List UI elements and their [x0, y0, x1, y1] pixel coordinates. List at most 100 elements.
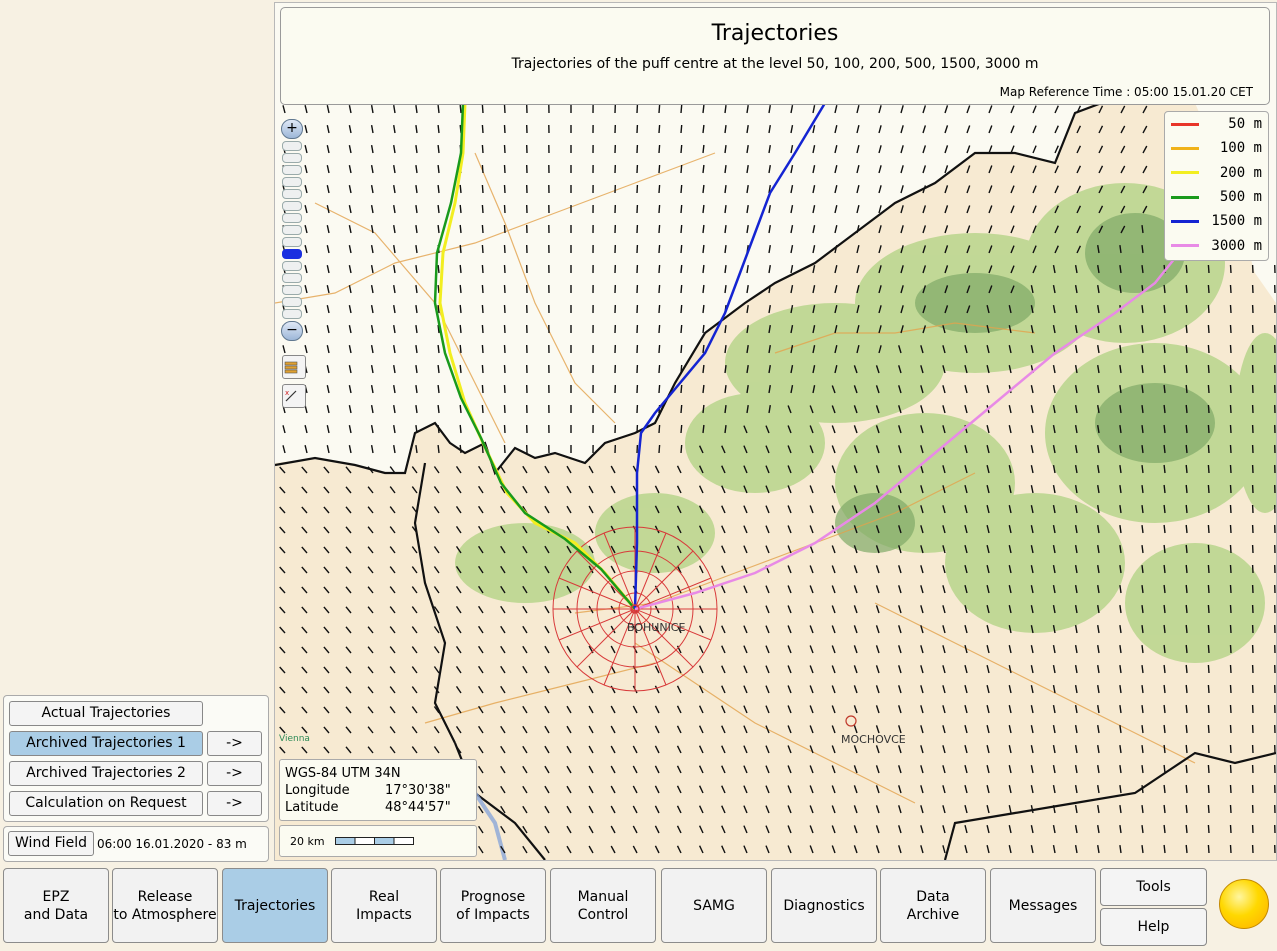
wind-arrow — [1163, 604, 1166, 614]
wind-arrow — [1141, 605, 1144, 614]
wind-arrow — [1207, 624, 1210, 634]
wind-arrow — [1163, 704, 1166, 714]
wind-arrow — [1207, 644, 1210, 654]
archived-2-arrow-button[interactable]: -> — [207, 761, 262, 786]
wind-arrow — [1185, 304, 1188, 314]
measure-icon[interactable]: x — [282, 384, 306, 408]
zoom-control[interactable]: + − — [281, 119, 303, 341]
wind-arrow — [348, 325, 352, 334]
tools-button[interactable]: Tools — [1100, 868, 1207, 906]
zoom-step[interactable] — [282, 285, 302, 295]
wind-arrow — [459, 324, 462, 334]
nav-button-epz[interactable]: EPZ and Data — [3, 868, 109, 943]
scale-bar: 20 km — [279, 825, 477, 857]
archived-1-arrow-button[interactable]: -> — [207, 731, 262, 756]
wind-arrow — [658, 144, 661, 154]
nav-button-manual[interactable]: Manual Control — [550, 868, 656, 943]
calculation-on-request-button[interactable]: Calculation on Request — [9, 791, 203, 816]
wind-arrow — [481, 124, 484, 134]
zoom-in-button[interactable]: + — [281, 119, 303, 139]
legend-label: 500 m — [1219, 189, 1262, 206]
wind-arrow — [1141, 345, 1144, 354]
zoom-step[interactable] — [282, 153, 302, 163]
help-button[interactable]: Help — [1100, 908, 1207, 946]
nav-button-real[interactable]: Real Impacts — [331, 868, 437, 943]
calculation-arrow-button[interactable]: -> — [207, 791, 262, 816]
wind-arrow — [415, 385, 418, 394]
zoom-step[interactable] — [282, 177, 302, 187]
wind-arrow — [1163, 444, 1166, 454]
map-view[interactable]: BOHUNICE MOCHOVCE Vienna Trajectories Tr… — [274, 2, 1277, 861]
wind-arrow — [1207, 284, 1210, 294]
wind-arrow — [370, 304, 374, 314]
zoom-step[interactable] — [282, 225, 302, 235]
wind-arrow — [370, 204, 374, 214]
nav-button-diagnostics[interactable]: Diagnostics — [771, 868, 877, 943]
wind-arrow — [415, 205, 418, 214]
legend-item: 50 m — [1165, 112, 1268, 136]
wind-arrow — [348, 425, 352, 434]
zoom-step[interactable] — [282, 309, 302, 319]
archived-trajectories-2-button[interactable]: Archived Trajectories 2 — [9, 761, 203, 786]
wind-arrow — [481, 144, 484, 154]
wind-arrow — [790, 124, 794, 134]
map-canvas[interactable]: BOHUNICE MOCHOVCE Vienna — [275, 3, 1276, 860]
wind-arrow — [1141, 585, 1144, 594]
nav-button-prognose[interactable]: Prognose of Impacts — [440, 868, 546, 943]
zoom-step[interactable] — [282, 261, 302, 271]
zoom-out-button[interactable]: − — [281, 321, 303, 341]
wind-arrow — [1141, 245, 1144, 254]
zoom-step[interactable] — [282, 165, 302, 175]
wind-arrow — [702, 104, 705, 114]
zoom-step[interactable] — [282, 249, 302, 259]
actual-trajectories-button[interactable]: Actual Trajectories — [9, 701, 203, 726]
wind-arrow — [326, 425, 330, 434]
wind-arrow — [1185, 624, 1188, 634]
wind-arrow — [1207, 264, 1210, 274]
zoom-step[interactable] — [282, 297, 302, 307]
wind-arrow — [459, 364, 462, 374]
wind-arrow — [481, 364, 484, 374]
wind-arrow — [503, 104, 506, 114]
wind-arrow — [658, 124, 661, 134]
nav-button-messages[interactable]: Messages — [990, 868, 1096, 943]
nav-button-release[interactable]: Release to Atmosphere — [112, 868, 218, 943]
nav-button-label: SAMG — [693, 897, 735, 914]
map-subtitle: Trajectories of the puff centre at the l… — [511, 56, 1039, 72]
zoom-step[interactable] — [282, 201, 302, 211]
wind-arrow — [415, 105, 418, 114]
wind-arrow — [1163, 464, 1166, 474]
wind-arrow — [856, 145, 860, 154]
wind-arrow — [393, 364, 396, 374]
wind-arrow — [1185, 824, 1188, 834]
wind-arrow — [702, 344, 705, 354]
wind-arrow — [1185, 804, 1188, 814]
zoom-step[interactable] — [282, 237, 302, 247]
wind-arrow — [370, 104, 374, 114]
zoom-step[interactable] — [282, 189, 302, 199]
zoom-step[interactable] — [282, 213, 302, 223]
wind-arrow — [746, 204, 749, 214]
wind-arrow — [834, 205, 838, 214]
wind-arrow — [812, 165, 816, 174]
wind-arrow — [348, 185, 352, 194]
wind-arrow — [1141, 385, 1144, 394]
zoom-step[interactable] — [282, 141, 302, 151]
wind-arrow — [1207, 444, 1210, 454]
wind-arrow — [503, 144, 506, 154]
wind-arrow — [304, 245, 308, 254]
layers-icon[interactable] — [282, 355, 306, 379]
zoom-step[interactable] — [282, 273, 302, 283]
nav-button-samg[interactable]: SAMG — [661, 868, 767, 943]
wind-arrow — [790, 144, 794, 154]
wind-field-button[interactable]: Wind Field — [8, 831, 94, 856]
nav-button-data[interactable]: Data Archive — [880, 868, 986, 943]
wind-arrow — [481, 264, 484, 274]
wind-arrow — [702, 244, 705, 254]
wind-arrow — [393, 424, 396, 434]
archived-trajectories-1-button[interactable]: Archived Trajectories 1 — [9, 731, 203, 756]
wind-arrow — [878, 165, 882, 174]
zoom-slider[interactable] — [281, 141, 302, 319]
nav-button-trajectories[interactable]: Trajectories — [222, 868, 328, 943]
wind-arrow — [1141, 425, 1144, 434]
